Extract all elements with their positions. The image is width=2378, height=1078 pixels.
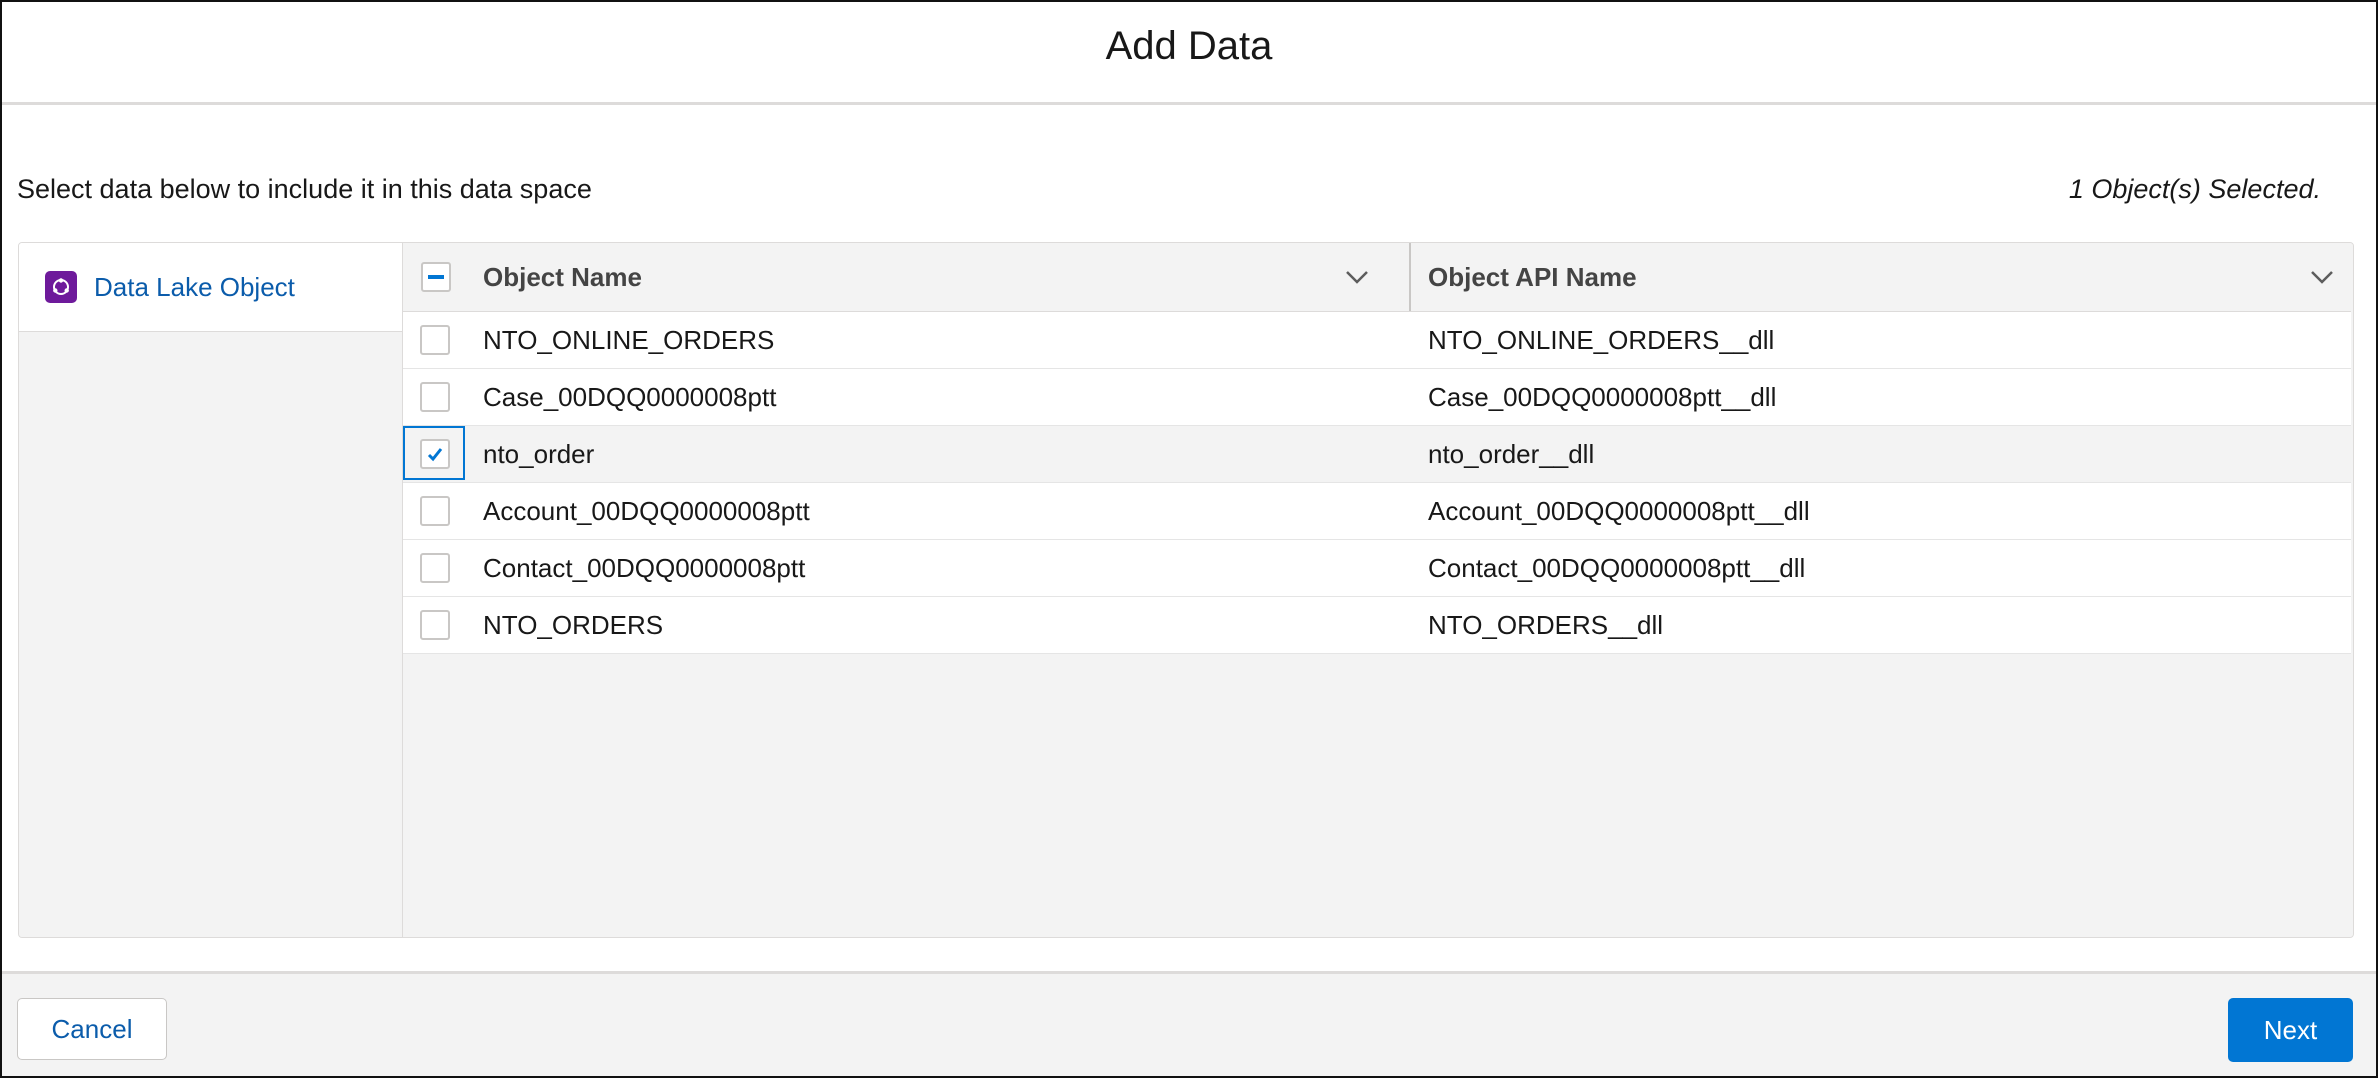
- object-name-cell: NTO_ONLINE_ORDERS: [483, 324, 775, 355]
- next-button[interactable]: Next: [2228, 998, 2353, 1062]
- table-row[interactable]: NTO_ORDERS NTO_ORDERS__dll: [403, 597, 2351, 654]
- column-header-label: Object Name: [483, 261, 642, 292]
- object-name-cell: Account_00DQQ0000008ptt: [483, 495, 810, 526]
- instructions-text: Select data below to include it in this …: [17, 174, 592, 204]
- sidebar-item-label: Data Lake Object: [94, 271, 295, 302]
- row-checkbox[interactable]: [420, 325, 450, 355]
- api-name-cell: Contact_00DQQ0000008ptt__dll: [1428, 552, 1806, 583]
- row-checkbox[interactable]: [420, 439, 450, 469]
- objects-table: Object Name Object API Name NTO_ONLINE_O…: [403, 243, 2353, 937]
- row-checkbox[interactable]: [420, 610, 450, 640]
- api-name-cell: NTO_ORDERS__dll: [1428, 609, 1664, 640]
- api-name-cell: NTO_ONLINE_ORDERS__dll: [1428, 324, 1775, 355]
- api-name-cell: Account_00DQQ0000008ptt__dll: [1428, 495, 1810, 526]
- object-name-cell: Contact_00DQQ0000008ptt: [483, 552, 806, 583]
- object-name-cell: Case_00DQQ0000008ptt: [483, 381, 777, 412]
- api-name-cell: Case_00DQQ0000008ptt__dll: [1428, 381, 1777, 412]
- table-row[interactable]: Contact_00DQQ0000008ptt Contact_00DQQ000…: [403, 540, 2351, 597]
- modal-title: Add Data: [1105, 24, 1273, 68]
- table-row[interactable]: Account_00DQQ0000008ptt Account_00DQQ000…: [403, 483, 2351, 540]
- row-checkbox[interactable]: [420, 382, 450, 412]
- add-data-modal: Add Data Select data below to include it…: [0, 0, 2378, 1078]
- object-name-cell: NTO_ORDERS: [483, 609, 664, 640]
- table-row[interactable]: NTO_ONLINE_ORDERS NTO_ONLINE_ORDERS__dll: [403, 312, 2351, 369]
- selected-count-text: 1 Object(s) Selected.: [2068, 174, 2321, 204]
- column-divider[interactable]: [1409, 243, 1411, 311]
- cancel-button[interactable]: Cancel: [17, 998, 167, 1060]
- row-checkbox[interactable]: [420, 553, 450, 583]
- data-selection-panel: Data Lake Object Object Name Object API …: [18, 242, 2354, 938]
- sidebar-item-data-lake-object[interactable]: Data Lake Object: [19, 243, 402, 332]
- chevron-down-icon[interactable]: [1343, 263, 1371, 291]
- table-row[interactable]: Case_00DQQ0000008ptt Case_00DQQ0000008pt…: [403, 369, 2351, 426]
- chevron-down-icon[interactable]: [2308, 263, 2336, 291]
- object-name-cell: nto_order: [483, 438, 595, 469]
- column-header-label: Object API Name: [1428, 261, 1637, 292]
- object-type-sidebar: Data Lake Object: [19, 243, 403, 937]
- api-name-cell: nto_order__dll: [1428, 438, 1595, 469]
- column-header-object-name[interactable]: Object Name: [483, 243, 1403, 311]
- checkmark-icon: [427, 448, 443, 462]
- indeterminate-icon: [428, 275, 444, 279]
- row-checkbox[interactable]: [420, 496, 450, 526]
- data-lake-object-icon: [45, 271, 77, 303]
- column-header-object-api-name[interactable]: Object API Name: [1428, 243, 2348, 311]
- table-row[interactable]: nto_order nto_order__dll: [403, 426, 2351, 483]
- table-header: Object Name Object API Name: [403, 243, 2351, 312]
- modal-footer: Cancel Next: [2, 971, 2376, 1076]
- modal-header: Add Data: [2, 2, 2376, 105]
- select-all-checkbox[interactable]: [421, 262, 451, 292]
